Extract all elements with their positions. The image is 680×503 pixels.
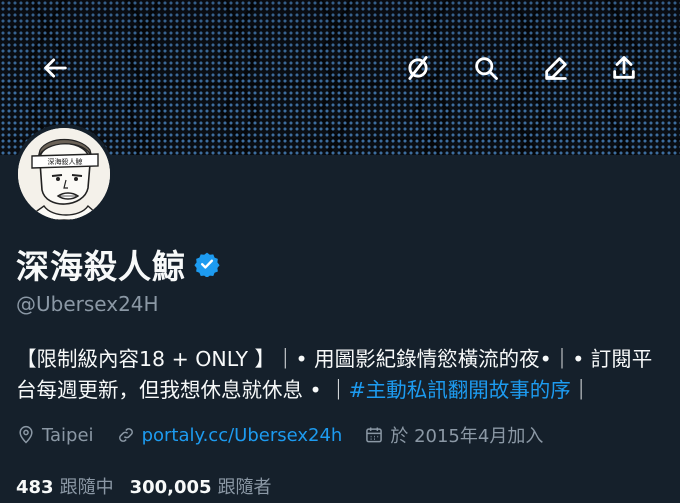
following-link[interactable]: 483 跟隨中 — [16, 473, 114, 499]
edit-icon — [545, 57, 567, 80]
bio-hashtag-link[interactable]: #主動私訊翻開故事的序 — [349, 378, 571, 402]
search-icon — [475, 57, 498, 80]
avatar[interactable]: 深海殺人鯨 — [14, 124, 114, 224]
profile-banner[interactable] — [0, 0, 680, 155]
joined-item: 於 2015年4月加入 — [364, 422, 543, 448]
website-item[interactable]: portaly.cc/Ubersex24h — [116, 425, 343, 446]
followers-count: 300,005 — [129, 477, 212, 498]
location-item: Taipei — [16, 425, 94, 446]
followers-link[interactable]: 300,005 跟隨者 — [130, 473, 272, 499]
search-button[interactable] — [464, 46, 508, 90]
followers-label: 跟隨者 — [217, 477, 272, 498]
profile-name-row: 深海殺人鯨 — [16, 240, 220, 288]
joined-text: 於 2015年4月加入 — [390, 426, 544, 447]
share-button[interactable] — [602, 46, 646, 90]
following-count: 483 — [16, 477, 54, 498]
profile-bio: 【限制級內容18 + ONLY 】｜• 用圖影紀錄情慾橫流的夜•｜• 訂閱平台每… — [16, 344, 668, 406]
bio-end: ｜ — [570, 378, 592, 402]
follow-stats: 483 跟隨中 300,005 跟隨者 — [16, 473, 288, 499]
back-button[interactable] — [34, 46, 78, 90]
link-icon — [118, 428, 133, 442]
arrow-left-icon — [44, 58, 67, 78]
profile-meta: Taipei portaly.cc/Ubersex24h 於 2015年4月加入 — [16, 422, 565, 448]
website-link[interactable]: portaly.cc/Ubersex24h — [142, 425, 343, 446]
location-text: Taipei — [42, 424, 94, 446]
edit-button[interactable] — [534, 46, 578, 90]
calendar-icon — [366, 427, 383, 443]
share-icon — [613, 56, 635, 79]
avatar-illustration: 深海殺人鯨 — [18, 128, 110, 220]
profile-handle: @Ubersex24H — [16, 292, 159, 316]
grok-icon — [408, 56, 428, 80]
grok-button[interactable] — [396, 46, 440, 90]
profile-name: 深海殺人鯨 — [16, 247, 186, 286]
verified-badge-icon[interactable] — [194, 251, 220, 277]
following-label: 跟隨中 — [59, 477, 114, 498]
location-pin-icon — [19, 425, 33, 444]
svg-text:深海殺人鯨: 深海殺人鯨 — [48, 157, 83, 166]
